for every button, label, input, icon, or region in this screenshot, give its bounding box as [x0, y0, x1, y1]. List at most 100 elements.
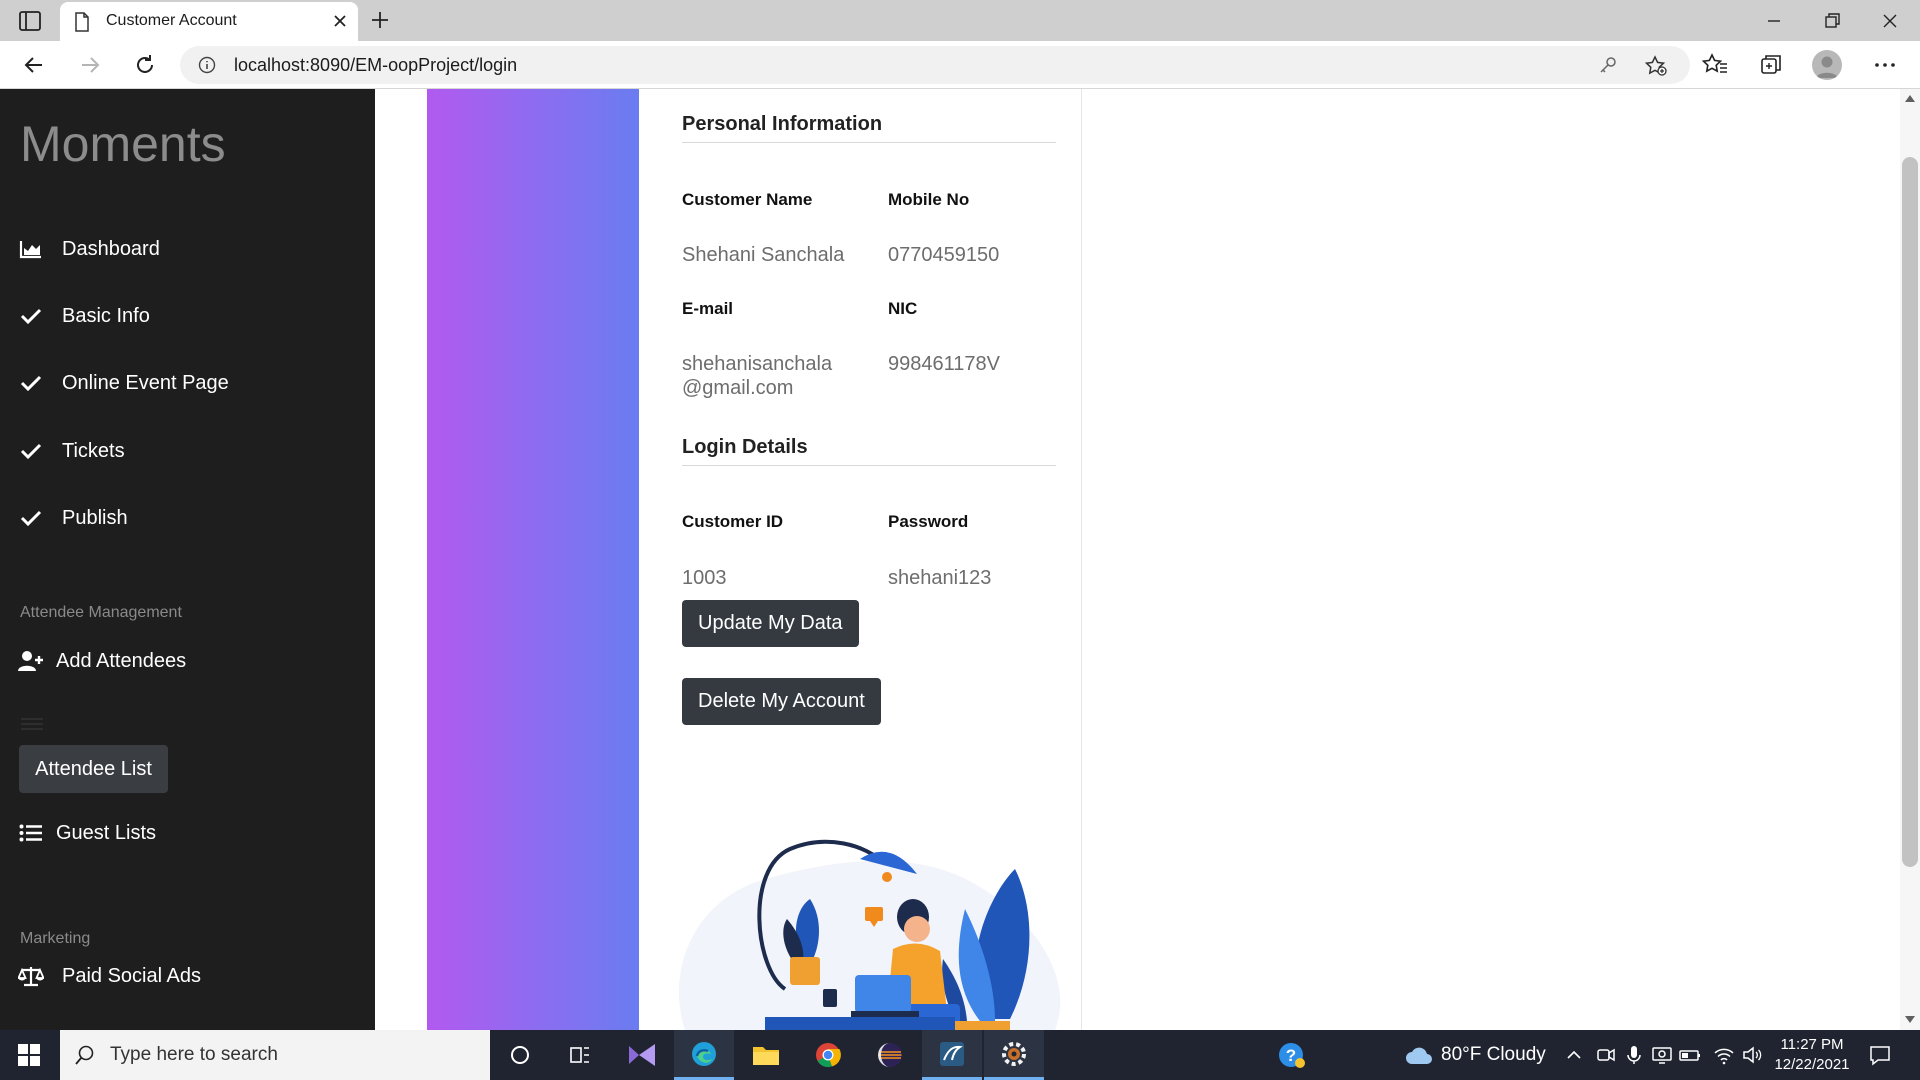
email-label: E-mail: [682, 299, 734, 318]
sidebar-item-online-event-page[interactable]: Online Event Page: [18, 368, 229, 398]
microphone-icon[interactable]: [1622, 1043, 1646, 1067]
minimize-icon[interactable]: [1762, 9, 1786, 33]
address-bar[interactable]: localhost:8090/EM-oopProject/login: [180, 46, 1690, 84]
system-clock[interactable]: 11:27 PM 12/22/2021: [1770, 1035, 1854, 1075]
new-tab-icon[interactable]: [368, 8, 392, 32]
sidebar-item-dashboard[interactable]: Dashboard: [18, 234, 160, 264]
back-arrow-icon[interactable]: [20, 51, 48, 79]
scroll-down-arrow-icon[interactable]: [1904, 1015, 1916, 1025]
tab-title: Customer Account: [106, 12, 237, 29]
cloud-icon: [1406, 1047, 1432, 1064]
check-icon: [18, 439, 44, 463]
more-options-icon[interactable]: [1871, 51, 1899, 79]
sidebar-item-label: Basic Info: [62, 304, 150, 327]
browser-tab-active[interactable]: Customer Account: [60, 2, 358, 41]
login-details-title: Login Details: [682, 436, 808, 458]
customer-id-value: 1003: [682, 567, 727, 589]
restore-icon[interactable]: [1820, 9, 1844, 33]
tab-actions-icon[interactable]: [18, 10, 42, 32]
sidebar-item-label: Add Attendees: [56, 649, 187, 672]
customer-account-card: Personal Information Customer Name Mobil…: [639, 89, 1082, 1030]
attendee-list-button[interactable]: Attendee List: [19, 745, 168, 793]
chrome-icon[interactable]: [798, 1030, 858, 1080]
clock-date: 12/22/2021: [1774, 1056, 1850, 1073]
customer-name-label: Customer Name: [682, 190, 813, 209]
scroll-up-arrow-icon[interactable]: [1904, 93, 1916, 103]
password-value: shehani123: [888, 567, 992, 589]
edge-browser-icon[interactable]: [674, 1030, 734, 1080]
taskbar-search-box[interactable]: Type here to search: [60, 1030, 490, 1080]
windows-start-icon[interactable]: [18, 1044, 40, 1066]
svg-text:?: ?: [1286, 1046, 1296, 1065]
check-icon: [18, 304, 44, 328]
screen-share-icon[interactable]: [1650, 1043, 1674, 1067]
info-icon[interactable]: [198, 56, 216, 74]
browser-toolbar: localhost:8090/EM-oopProject/login: [0, 41, 1920, 89]
forward-arrow-icon[interactable]: [76, 51, 104, 79]
nic-label: NIC: [888, 299, 918, 318]
add-user-icon: [18, 649, 44, 673]
person-with-laptop-illustration: [678, 839, 1061, 1030]
help-icon[interactable]: ?: [1277, 1040, 1307, 1070]
profile-avatar[interactable]: [1812, 50, 1842, 80]
person-icon: [1816, 56, 1838, 78]
sidebar-item-label: Dashboard: [62, 237, 160, 260]
balance-scale-icon: [18, 964, 44, 988]
wifi-icon[interactable]: [1712, 1043, 1736, 1067]
page-viewport: Moments Dashboard Basic Info Online Even…: [0, 89, 1920, 1030]
chevron-up-icon[interactable]: [1562, 1043, 1586, 1067]
sidebar-item-basic-info[interactable]: Basic Info: [18, 301, 150, 331]
visual-studio-icon[interactable]: [612, 1030, 672, 1080]
sidebar-item-label: Tickets: [62, 439, 125, 462]
gradient-panel: [427, 89, 639, 1030]
sidebar-item-label: Online Event Page: [62, 371, 229, 394]
eclipse-ide-icon[interactable]: [860, 1030, 920, 1080]
mysql-workbench-icon[interactable]: [922, 1030, 982, 1080]
key-icon[interactable]: [1598, 55, 1618, 75]
divider: [682, 465, 1056, 466]
password-label: Password: [888, 512, 969, 531]
bar-chart-icon: [18, 237, 44, 261]
section-label-attendee-management: Attendee Management: [20, 604, 182, 621]
scrollbar-thumb[interactable]: [1902, 157, 1918, 867]
sidebar-item-tickets[interactable]: Tickets: [18, 436, 125, 466]
email-value: shehanisanchala@gmail.com: [682, 353, 833, 399]
volume-icon[interactable]: [1740, 1043, 1764, 1067]
mobile-no-label: Mobile No: [888, 190, 970, 209]
address-url[interactable]: localhost:8090/EM-oopProject/login: [234, 55, 517, 76]
window-close-icon[interactable]: [1878, 9, 1902, 33]
collections-icon[interactable]: [1757, 51, 1785, 79]
settings-gear-icon[interactable]: [984, 1030, 1044, 1080]
weather-widget[interactable]: 80°F Cloudy: [1405, 1044, 1546, 1066]
cortana-icon[interactable]: [490, 1030, 550, 1080]
battery-icon[interactable]: [1678, 1043, 1702, 1067]
windows-taskbar: Type here to search ? 80°F Cloudy 11:27 …: [0, 1030, 1920, 1080]
sidebar-item-paid-social-ads[interactable]: Paid Social Ads: [18, 961, 201, 991]
sidebar-item-label: Publish: [62, 506, 128, 529]
task-view-icon[interactable]: [550, 1030, 610, 1080]
brand-title: Moments: [20, 116, 226, 172]
update-my-data-button[interactable]: Update My Data: [682, 600, 859, 647]
delete-my-account-button[interactable]: Delete My Account: [682, 678, 881, 725]
file-explorer-icon[interactable]: [736, 1030, 796, 1080]
mobile-no-value: 0770459150: [888, 244, 1000, 266]
close-icon[interactable]: [330, 11, 350, 31]
favorites-icon[interactable]: [1701, 51, 1729, 79]
sidebar-item-add-attendees[interactable]: Add Attendees: [18, 646, 186, 676]
check-icon: [18, 506, 44, 530]
personal-information-title: Personal Information: [682, 113, 883, 135]
list-icon: [21, 718, 43, 730]
refresh-icon[interactable]: [131, 51, 159, 79]
sidebar-item-guest-lists[interactable]: Guest Lists: [18, 818, 156, 848]
camera-icon[interactable]: [1594, 1043, 1618, 1067]
customer-name-value: Shehani Sanchala: [682, 244, 845, 266]
add-favorite-icon[interactable]: [1644, 54, 1668, 78]
divider: [682, 142, 1056, 143]
search-icon: [75, 1045, 94, 1065]
notification-icon[interactable]: [1868, 1043, 1892, 1067]
search-placeholder: Type here to search: [110, 1044, 278, 1065]
section-label-marketing: Marketing: [20, 930, 91, 947]
list-icon: [18, 821, 44, 845]
sidebar: Moments Dashboard Basic Info Online Even…: [0, 89, 375, 1030]
sidebar-item-publish[interactable]: Publish: [18, 503, 128, 533]
